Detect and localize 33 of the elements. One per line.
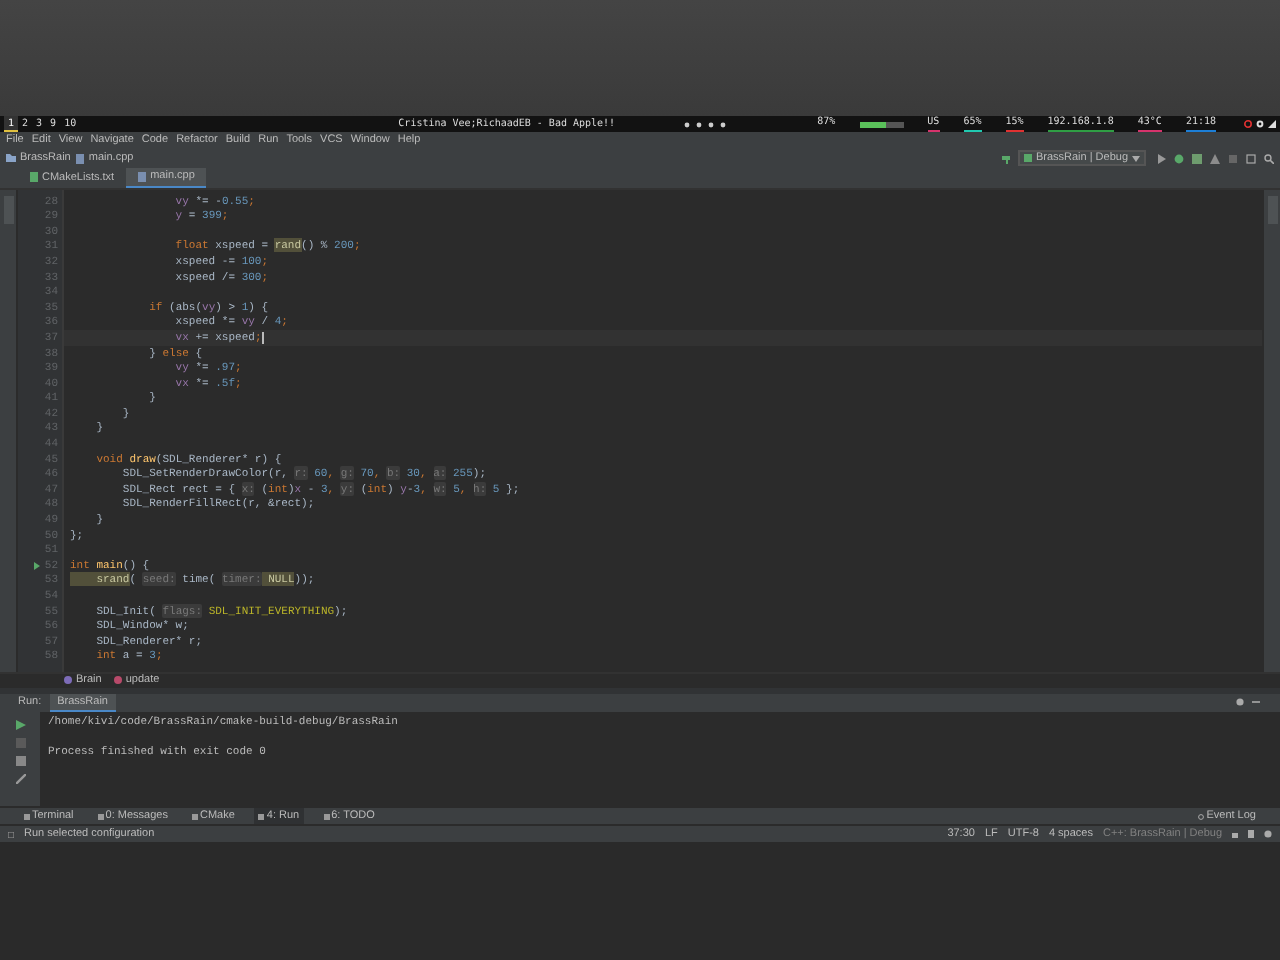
class-icon bbox=[64, 676, 72, 685]
tool-icon bbox=[97, 813, 104, 820]
dot-icon bbox=[707, 121, 714, 127]
layout-icon[interactable] bbox=[1246, 153, 1256, 164]
profile-icon[interactable] bbox=[1210, 153, 1220, 164]
caret-icon bbox=[1132, 155, 1140, 162]
layout-icon[interactable] bbox=[8, 831, 14, 838]
file-icon bbox=[30, 172, 38, 183]
tool-icon bbox=[323, 813, 330, 820]
play-icon[interactable] bbox=[1158, 153, 1166, 164]
text-cursor bbox=[261, 331, 264, 344]
run-gutter-icon[interactable] bbox=[34, 561, 41, 570]
coverage-icon[interactable] bbox=[1192, 153, 1202, 164]
dot-icon bbox=[719, 121, 726, 127]
tool-icon bbox=[24, 813, 30, 820]
dot-icon bbox=[695, 121, 702, 127]
gear-icon[interactable] bbox=[1256, 120, 1264, 128]
hammer-icon[interactable] bbox=[1001, 153, 1012, 164]
search-icon[interactable] bbox=[1264, 153, 1274, 164]
method-icon bbox=[113, 676, 122, 685]
file-icon bbox=[138, 171, 147, 182]
debug-icon[interactable] bbox=[1174, 153, 1184, 164]
notifications-icon[interactable] bbox=[1264, 830, 1272, 839]
folder-icon bbox=[6, 154, 16, 163]
tool-icon bbox=[191, 813, 198, 820]
file-icon bbox=[76, 153, 85, 164]
tool-icon bbox=[258, 813, 265, 820]
wifi-icon[interactable] bbox=[1268, 120, 1276, 128]
rerun-icon[interactable] bbox=[15, 719, 25, 730]
dot-icon bbox=[683, 121, 690, 127]
power-icon[interactable] bbox=[1244, 120, 1252, 128]
layout-icon[interactable] bbox=[15, 755, 25, 766]
search-icon bbox=[1198, 813, 1205, 820]
